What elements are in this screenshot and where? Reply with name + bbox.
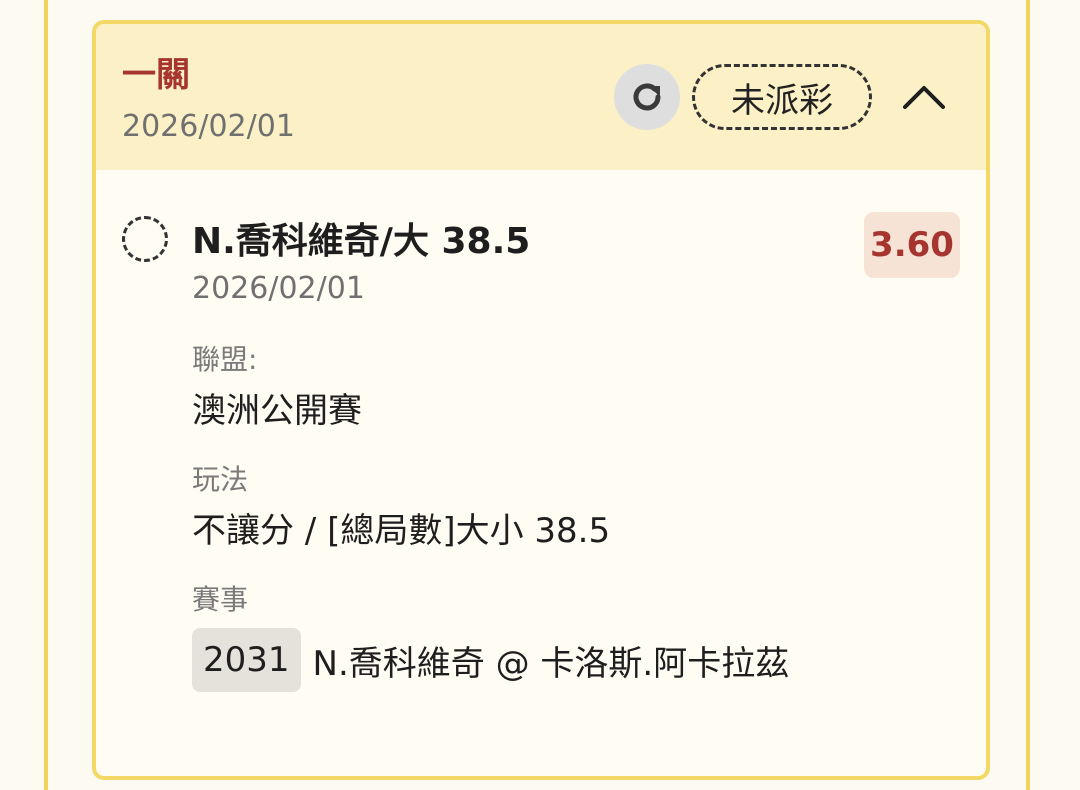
market-value: 不讓分 / [總局數]大小 38.5 <box>192 511 611 551</box>
selection-block: N.喬科維奇/大 38.5 2026/02/01 3.60 聯盟: 澳洲公開賽 … <box>96 170 986 776</box>
bet-type-title: 一關 <box>122 55 190 95</box>
league-value: 澳洲公開賽 <box>192 391 362 431</box>
bet-ticket-card: 一關 2026/02/01 未派彩 N.喬科維奇/大 38.5 2026/02/… <box>92 20 990 780</box>
odds-badge: 3.60 <box>864 212 960 278</box>
settlement-status-badge: 未派彩 <box>692 64 872 130</box>
market-label: 玩法 <box>192 463 249 496</box>
collapse-button[interactable] <box>896 72 952 122</box>
chevron-up-icon <box>903 86 945 109</box>
event-code-badge: 2031 <box>192 628 301 692</box>
refresh-icon <box>633 83 661 111</box>
selection-radio[interactable] <box>122 216 168 262</box>
selection-date: 2026/02/01 <box>192 271 365 306</box>
header-date: 2026/02/01 <box>122 109 295 144</box>
league-label: 聯盟: <box>192 343 258 376</box>
refresh-button[interactable] <box>614 64 680 130</box>
event-row: 2031 N.喬科維奇 @ 卡洛斯.阿卡拉茲 <box>192 628 789 692</box>
selection-name: N.喬科維奇/大 38.5 <box>192 221 531 262</box>
card-header[interactable]: 一關 2026/02/01 未派彩 <box>96 24 986 170</box>
event-name: N.喬科維奇 @ 卡洛斯.阿卡拉茲 <box>312 643 790 684</box>
event-label: 賽事 <box>192 583 249 616</box>
